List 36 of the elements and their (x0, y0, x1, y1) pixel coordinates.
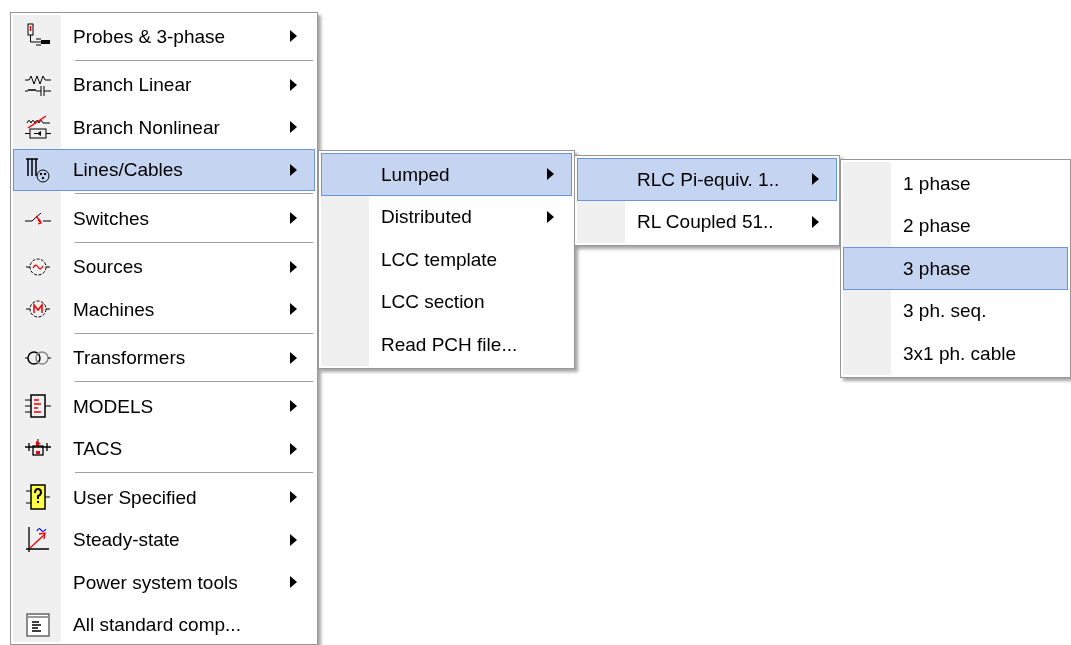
menu-item[interactable]: Read PCH file... (321, 323, 572, 366)
ac-source-icon (25, 255, 51, 278)
menu-item[interactable]: 3 phase (843, 247, 1068, 290)
menu-item[interactable]: Branch Nonlinear (13, 106, 315, 149)
menu-item[interactable]: Machines (13, 288, 315, 331)
graph-arrow-icon (25, 525, 51, 554)
menu-item[interactable]: RLC Pi-equiv. 1.. (577, 158, 837, 201)
menu-item[interactable]: Probes & 3-phase (13, 15, 315, 58)
block-diagram-icon (24, 393, 52, 420)
menu-item[interactable]: Lumped (321, 153, 572, 196)
menu-item[interactable]: Power system tools (13, 561, 315, 604)
menu-item[interactable]: All standard comp... (13, 603, 315, 644)
menu-item[interactable]: MODELS (13, 385, 315, 428)
menu-item[interactable]: Branch Linear (13, 63, 315, 106)
menu-item[interactable]: Switches (13, 197, 315, 240)
menu-item[interactable]: 1 phase (843, 162, 1068, 205)
menu-item[interactable]: LCC template (321, 238, 572, 281)
list-window-icon (25, 611, 51, 638)
line-cable-icon (24, 155, 52, 184)
motor-icon (25, 298, 51, 321)
menu-item[interactable]: Steady-state (13, 518, 315, 561)
menu-item[interactable]: Sources (13, 245, 315, 288)
menu-item[interactable]: RL Coupled 51.. (577, 200, 837, 243)
transformer-icon (24, 348, 52, 367)
menu-item[interactable]: Lines/Cables (13, 148, 315, 191)
menu-item[interactable]: 3 ph. seq. (843, 289, 1068, 332)
menu-item[interactable]: 2 phase (843, 204, 1068, 247)
menu-item[interactable]: Transformers (13, 336, 315, 379)
nonlinear-branch-icon (24, 114, 52, 141)
menu-item[interactable]: 3x1 ph. cable (843, 332, 1068, 375)
menu-item[interactable]: Distributed (321, 195, 572, 238)
menu-item[interactable]: TACS (13, 427, 315, 470)
switch-icon (24, 210, 52, 227)
question-block-icon (25, 483, 51, 512)
menu-item[interactable]: LCC section (321, 280, 572, 323)
menu-item[interactable]: User Specified (13, 476, 315, 519)
